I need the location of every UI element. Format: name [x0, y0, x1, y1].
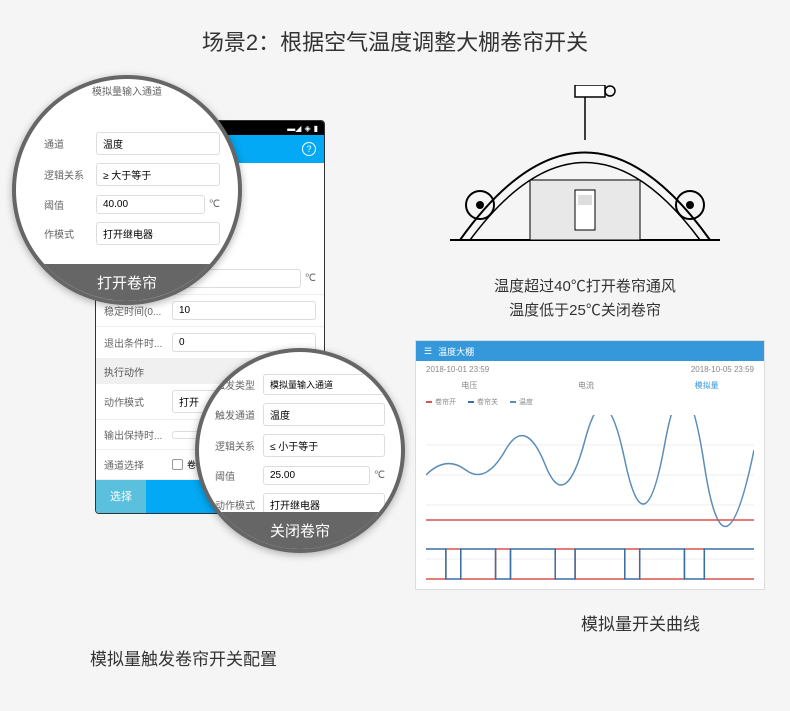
legend-temp: 温度 — [519, 397, 533, 407]
select-button[interactable]: 选择 — [96, 480, 146, 513]
b1-logic-label: 逻辑关系 — [44, 167, 96, 182]
bubble1-caption: 打开卷帘 — [16, 264, 238, 301]
hold-label: 输出保持时... — [104, 427, 172, 442]
date-end[interactable]: 2018-10-05 23:59 — [691, 365, 754, 374]
chart-tabs: 电压 电流 模拟量 — [416, 378, 764, 393]
stable-label: 稳定时间(0... — [104, 303, 172, 318]
b2-ch-label: 触发通道 — [215, 407, 263, 422]
bubble2-caption: 关闭卷帘 — [199, 512, 401, 549]
tab-current[interactable]: 电流 — [578, 380, 594, 391]
legend-open: 卷帘开 — [435, 397, 456, 407]
chart-panel: ☰ 温度大棚 2018-10-01 23:59 2018-10-05 23:59… — [415, 340, 765, 590]
b2-type-input[interactable]: 模拟量输入通道 — [263, 374, 385, 395]
chart-body — [426, 415, 754, 535]
b1-thr-unit: ℃ — [209, 199, 220, 210]
b2-thr-label: 阈值 — [215, 468, 263, 483]
b2-thr-input[interactable]: 25.00 — [263, 466, 370, 485]
legend-close: 卷帘关 — [477, 397, 498, 407]
b1-thr-label: 阈值 — [44, 197, 96, 212]
help-icon[interactable]: ? — [302, 142, 316, 156]
chart-dates: 2018-10-01 23:59 2018-10-05 23:59 — [416, 361, 764, 378]
chart-legend: 卷帘开 卷帘关 温度 — [416, 393, 764, 411]
b1-ch-label: 通道 — [44, 136, 96, 151]
b1-mode-input[interactable]: 打开继电器 — [96, 222, 220, 245]
checkbox-open[interactable] — [172, 459, 183, 470]
tab-analog[interactable]: 模拟量 — [695, 380, 719, 391]
greenhouse-diagram — [440, 85, 730, 265]
zoom-bubble-open: 模拟量输入通道 通道温度 逻辑关系≥ 大于等于 阈值40.00 ℃ 作模式打开继电… — [12, 75, 242, 305]
chart-switch — [426, 539, 754, 589]
mode-label: 动作模式 — [104, 394, 172, 409]
b1-ch-input[interactable]: 温度 — [96, 132, 220, 155]
left-caption: 模拟量触发卷帘开关配置 — [90, 645, 277, 670]
wifi-icon: ◈ — [304, 124, 310, 133]
signal-icon: ▬◢ — [287, 124, 301, 133]
b2-mode-label: 动作模式 — [215, 497, 263, 512]
exit-label: 退出条件时... — [104, 335, 172, 350]
page-title: 场景2：根据空气温度调整大棚卷帘开关 — [0, 0, 790, 77]
bubble1-header: 模拟量输入通道 — [16, 79, 238, 100]
channel-label: 通道选择 — [104, 457, 172, 472]
chart-header: ☰ 温度大棚 — [416, 341, 764, 361]
stable-input[interactable]: 10 — [172, 301, 316, 320]
greenhouse-caption: 温度超过40℃打开卷帘通风 温度低于25℃关闭卷帘 — [440, 275, 730, 323]
gh-line2: 温度低于25℃关闭卷帘 — [440, 299, 730, 323]
b2-thr-unit: ℃ — [374, 470, 385, 481]
date-start[interactable]: 2018-10-01 23:59 — [426, 365, 489, 374]
b2-logic-label: 逻辑关系 — [215, 438, 263, 453]
battery-icon: ▮ — [314, 124, 318, 133]
threshold-unit: ℃ — [305, 273, 316, 284]
b2-logic-input[interactable]: ≤ 小于等于 — [263, 434, 385, 457]
tab-voltage[interactable]: 电压 — [461, 380, 477, 391]
b2-ch-input[interactable]: 温度 — [263, 403, 385, 426]
b1-logic-input[interactable]: ≥ 大于等于 — [96, 163, 220, 186]
zoom-bubble-close: 触发类型模拟量输入通道 触发通道温度 逻辑关系≤ 小于等于 阈值25.00℃ 动… — [195, 348, 405, 553]
gh-line1: 温度超过40℃打开卷帘通风 — [440, 275, 730, 299]
chart-caption: 模拟量开关曲线 — [581, 610, 700, 635]
menu-icon[interactable]: ☰ — [424, 346, 432, 357]
b1-thr-input[interactable]: 40.00 — [96, 195, 205, 214]
chart-title: 温度大棚 — [438, 345, 474, 358]
b1-mode-label: 作模式 — [44, 226, 96, 241]
